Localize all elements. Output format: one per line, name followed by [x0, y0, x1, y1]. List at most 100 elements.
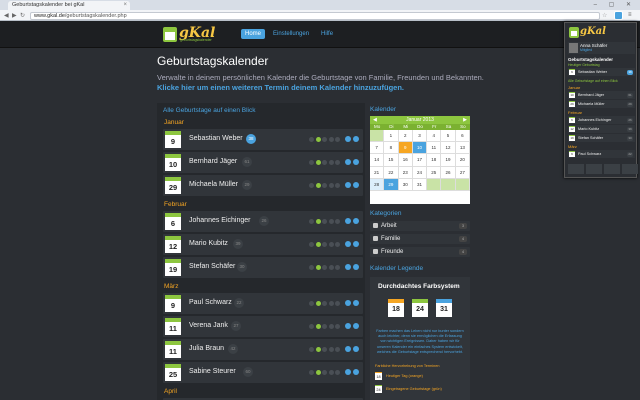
popup-birthday-row[interactable]: 10 Bernhard Jäger 61: [568, 91, 635, 99]
back-icon[interactable]: ◀: [4, 12, 9, 19]
category-dot-icon[interactable]: [315, 242, 321, 247]
popup-user[interactable]: Anna Schäfer Mitglied: [568, 42, 635, 54]
edit-icon[interactable]: [345, 264, 351, 270]
calendar-day[interactable]: 12: [441, 142, 456, 155]
calendar-day[interactable]: 11: [427, 142, 442, 155]
edit-icon[interactable]: [345, 159, 351, 165]
category-item[interactable]: Freunde 4: [370, 247, 470, 257]
person-name[interactable]: Johannes Eichinger: [189, 217, 251, 224]
popup-birthday-row[interactable]: 29 Michaela Müller 29: [568, 100, 635, 108]
category-dot-icon[interactable]: [309, 137, 314, 142]
edit-icon[interactable]: [345, 241, 351, 247]
category-dot-icon[interactable]: [322, 370, 327, 375]
category-dot-icon[interactable]: [322, 160, 327, 165]
birthday-row[interactable]: 25 Sabine Steurer 60: [163, 362, 363, 383]
birthday-row[interactable]: 10 Bernhard Jäger 61: [163, 152, 363, 173]
category-dot-icon[interactable]: [335, 242, 340, 247]
gkal-extension-icon[interactable]: [614, 11, 623, 20]
birthday-row[interactable]: 11 Julia Braun 42: [163, 339, 363, 360]
popup-birthday-row[interactable]: 6 Johannes Eichinger 26: [568, 116, 635, 124]
category-dot-icon[interactable]: [309, 301, 314, 306]
category-dot-icon[interactable]: [315, 265, 321, 270]
delete-icon[interactable]: [353, 136, 359, 142]
category-item[interactable]: Arbeit 3: [370, 221, 470, 231]
category-dot-icon[interactable]: [309, 219, 314, 224]
category-dot-icon[interactable]: [309, 242, 314, 247]
calendar-day[interactable]: 3: [412, 130, 428, 143]
birthday-row[interactable]: 9 Sebastian Weber 38: [163, 129, 363, 150]
calendar-day[interactable]: 5: [441, 130, 456, 143]
calendar-day[interactable]: 1: [384, 130, 399, 143]
popup-today-entry[interactable]: 9 Sebastian Weber 38: [568, 68, 635, 76]
person-name[interactable]: Stefan Schäfer: [189, 263, 235, 270]
calendar-day[interactable]: 7: [370, 142, 385, 155]
add-entry-link[interactable]: Klicke hier um einen weiteren Termin dei…: [157, 83, 404, 92]
calendar-day[interactable]: 4: [427, 130, 442, 143]
category-dot-icon[interactable]: [315, 324, 321, 329]
person-name[interactable]: Paul Schwarz: [189, 299, 232, 306]
next-month-icon[interactable]: ▶: [463, 116, 467, 124]
category-dot-icon[interactable]: [328, 137, 334, 142]
calendar-day[interactable]: 27: [455, 166, 470, 179]
category-dot-icon[interactable]: [315, 301, 321, 306]
delete-icon[interactable]: [353, 346, 359, 352]
category-dot-icon[interactable]: [328, 265, 334, 270]
category-dot-icon[interactable]: [315, 183, 321, 188]
browser-menu-icon[interactable]: ≡: [628, 12, 632, 18]
calendar-day[interactable]: 26: [441, 166, 456, 179]
calendar-day[interactable]: 20: [455, 154, 470, 167]
category-dot-icon[interactable]: [328, 183, 334, 188]
calendar-day[interactable]: 30: [398, 178, 413, 191]
calendar-day[interactable]: 8: [384, 142, 399, 155]
birthday-row[interactable]: 29 Michaela Müller 29: [163, 175, 363, 196]
calendar-day[interactable]: 28: [370, 178, 385, 191]
calendar-day[interactable]: [427, 178, 442, 191]
edit-icon[interactable]: [345, 300, 351, 306]
category-dot-icon[interactable]: [309, 347, 314, 352]
category-dot-icon[interactable]: [328, 242, 334, 247]
category-dot-icon[interactable]: [328, 347, 334, 352]
calendar-day[interactable]: 25: [427, 166, 442, 179]
close-icon[interactable]: ×: [123, 2, 127, 8]
category-dot-icon[interactable]: [315, 370, 321, 375]
delete-icon[interactable]: [353, 323, 359, 329]
category-dot-icon[interactable]: [335, 137, 340, 142]
person-name[interactable]: Bernhard Jäger: [189, 158, 237, 165]
category-dot-icon[interactable]: [328, 301, 334, 306]
calendar-day[interactable]: [455, 178, 470, 191]
person-name[interactable]: Michaela Müller: [189, 181, 238, 188]
category-dot-icon[interactable]: [315, 347, 321, 352]
delete-icon[interactable]: [353, 264, 359, 270]
birthday-row[interactable]: 6 Johannes Eichinger 26: [163, 211, 363, 232]
calendar-day[interactable]: 2: [398, 130, 413, 143]
category-dot-icon[interactable]: [315, 160, 321, 165]
popup-birthday-row[interactable]: 19 Stefan Schäfer 30: [568, 134, 635, 142]
calendar-day[interactable]: 6: [455, 130, 470, 143]
calendar-day[interactable]: [370, 130, 385, 143]
nav-home[interactable]: Home: [241, 29, 266, 39]
category-dot-icon[interactable]: [322, 347, 327, 352]
category-dot-icon[interactable]: [322, 137, 327, 142]
browser-tab[interactable]: Geburtstagskalender bei gKal ×: [8, 1, 130, 10]
bookmark-star-icon[interactable]: ☆: [602, 12, 607, 19]
category-dot-icon[interactable]: [309, 265, 314, 270]
calendar-day[interactable]: 9: [398, 142, 413, 155]
category-dot-icon[interactable]: [328, 370, 334, 375]
site-logo[interactable]: gKal geburtstagskalender: [163, 25, 233, 44]
category-dot-icon[interactable]: [328, 324, 334, 329]
calendar-day[interactable]: 19: [441, 154, 456, 167]
category-dot-icon[interactable]: [335, 183, 340, 188]
calendar-day[interactable]: 16: [398, 154, 413, 167]
category-dot-icon[interactable]: [322, 301, 327, 306]
edit-icon[interactable]: [345, 346, 351, 352]
category-dot-icon[interactable]: [322, 183, 327, 188]
category-dot-icon[interactable]: [309, 183, 314, 188]
category-dot-icon[interactable]: [315, 137, 321, 142]
delete-icon[interactable]: [353, 159, 359, 165]
edit-icon[interactable]: [345, 323, 351, 329]
edit-icon[interactable]: [345, 182, 351, 188]
calendar-day[interactable]: 23: [398, 166, 413, 179]
popup-logout-button[interactable]: [622, 164, 638, 174]
category-dot-icon[interactable]: [335, 160, 340, 165]
calendar-day[interactable]: 15: [384, 154, 399, 167]
